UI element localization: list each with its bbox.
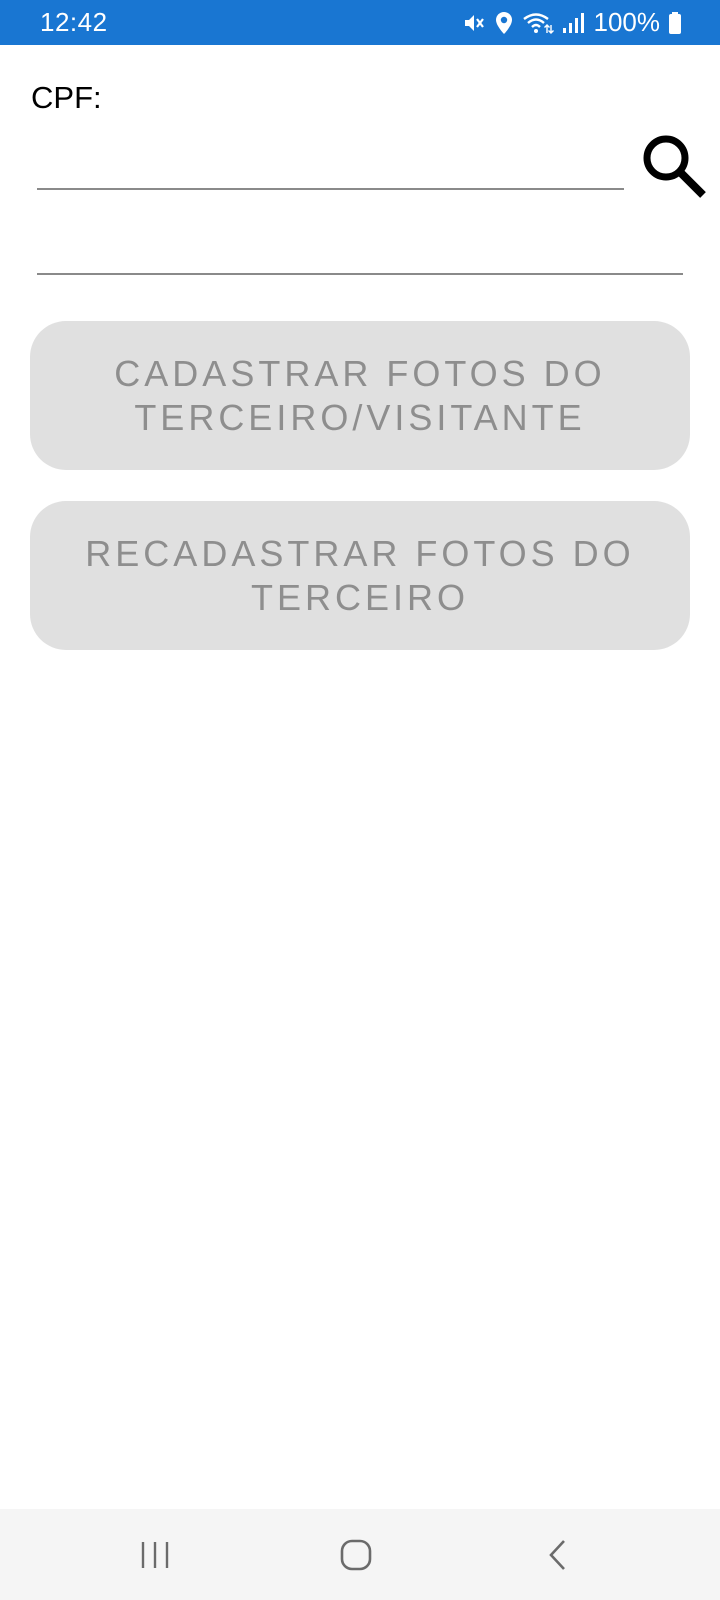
search-icon xyxy=(643,135,706,198)
recadastrar-fotos-button[interactable]: RECADASTRAR FOTOS DO TERCEIRO xyxy=(30,501,690,650)
battery-percent: 100% xyxy=(593,7,661,37)
back-button[interactable] xyxy=(498,1509,618,1600)
cpf-input[interactable] xyxy=(37,140,624,190)
home-button[interactable] xyxy=(296,1509,416,1600)
search-button[interactable] xyxy=(638,130,710,202)
wifi-icon xyxy=(522,11,554,35)
location-icon xyxy=(494,11,514,35)
status-bar: 12:42 100% xyxy=(0,0,720,45)
mute-icon xyxy=(462,11,486,35)
name-input[interactable] xyxy=(37,225,683,275)
navigation-bar xyxy=(0,1509,720,1600)
status-icons: 100% xyxy=(462,7,683,38)
back-icon xyxy=(549,1539,565,1570)
signal-icon xyxy=(562,11,584,35)
status-time: 12:42 xyxy=(40,7,108,37)
home-icon xyxy=(340,1539,372,1570)
screen: 12:42 100% CPF: CADASTRAR FOTOS DO TERCE… xyxy=(0,0,720,1600)
recadastrar-fotos-label: RECADASTRAR FOTOS DO TERCEIRO xyxy=(85,532,635,618)
cadastrar-fotos-button[interactable]: CADASTRAR FOTOS DO TERCEIRO/VISITANTE xyxy=(30,321,690,470)
recents-icon xyxy=(141,1541,169,1568)
battery-icon xyxy=(668,11,682,35)
recents-button[interactable] xyxy=(95,1509,215,1600)
cpf-label: CPF: xyxy=(31,80,102,115)
cadastrar-fotos-label: CADASTRAR FOTOS DO TERCEIRO/VISITANTE xyxy=(114,352,606,438)
